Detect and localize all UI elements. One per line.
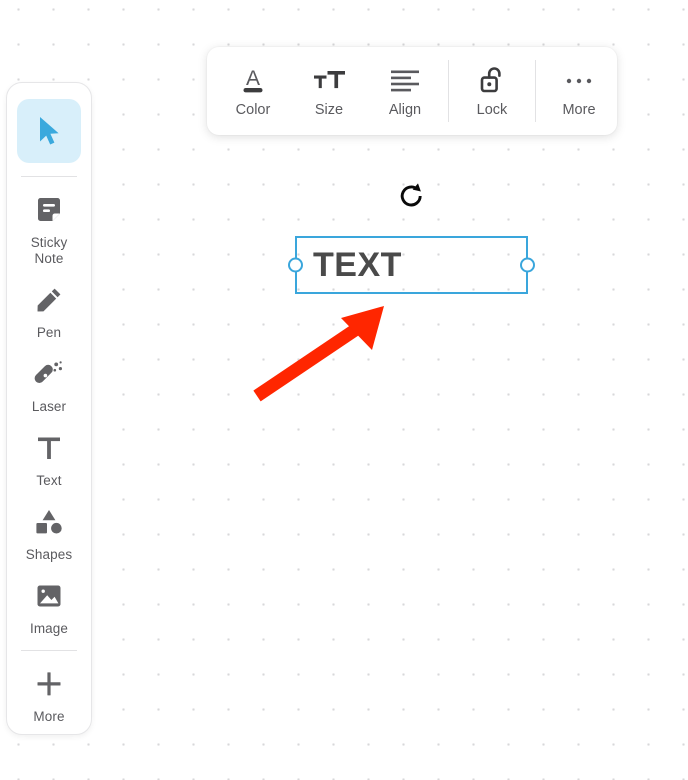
toolbar-button-label: Align bbox=[388, 101, 422, 118]
selected-text-object[interactable]: TEXT bbox=[288, 236, 535, 294]
sidebar-item-label: More bbox=[33, 709, 65, 724]
resize-handle-left[interactable] bbox=[288, 257, 303, 273]
ellipsis-icon bbox=[564, 64, 594, 98]
toolbar-button-more[interactable]: More bbox=[541, 57, 617, 125]
toolbar-button-label: Size bbox=[314, 101, 344, 118]
sidebar-item-label: Shapes bbox=[25, 547, 73, 562]
tool-sidebar: Sticky Note Pen Laser Text Shapes Image … bbox=[6, 82, 92, 735]
sidebar-item-label: Pen bbox=[36, 325, 62, 340]
toolbar-divider-2 bbox=[535, 60, 536, 122]
toolbar-button-label: Color bbox=[235, 101, 271, 118]
toolbar-button-label: Lock bbox=[476, 101, 508, 118]
plus-icon bbox=[17, 661, 81, 707]
sidebar-item-text[interactable]: Text bbox=[15, 419, 83, 493]
sidebar-item-label: Laser bbox=[31, 399, 67, 414]
text-object-content: TEXT bbox=[313, 246, 402, 284]
sidebar-item-image[interactable]: Image bbox=[15, 567, 83, 641]
svg-text:A: A bbox=[246, 67, 260, 90]
letter-a-underline-icon: A bbox=[236, 64, 270, 98]
image-icon bbox=[17, 573, 81, 619]
sidebar-item-label: Text bbox=[36, 473, 62, 488]
shapes-icon bbox=[17, 499, 81, 545]
toolbar-divider-1 bbox=[448, 60, 449, 122]
sticky-note-icon bbox=[17, 187, 81, 233]
font-size-icon bbox=[311, 64, 347, 98]
rotate-icon[interactable] bbox=[396, 180, 428, 212]
cursor-arrow-icon bbox=[17, 99, 81, 163]
sidebar-item-label: Sticky Note bbox=[30, 235, 68, 266]
sidebar-item-pen[interactable]: Pen bbox=[15, 271, 83, 345]
sidebar-divider-top bbox=[21, 176, 77, 177]
context-toolbar: A Color Size Align Lock More bbox=[207, 47, 617, 135]
toolbar-button-label: More bbox=[562, 101, 596, 118]
align-left-icon bbox=[389, 64, 421, 98]
sidebar-item-sticky-note[interactable]: Sticky Note bbox=[15, 181, 83, 271]
sidebar-item-more[interactable]: More bbox=[15, 655, 83, 729]
toolbar-button-align[interactable]: Align bbox=[367, 57, 443, 125]
sidebar-item-label: Image bbox=[29, 621, 69, 636]
unlocked-padlock-icon bbox=[478, 64, 506, 98]
resize-handle-right[interactable] bbox=[520, 257, 535, 273]
pen-icon bbox=[17, 277, 81, 323]
laser-icon bbox=[17, 351, 81, 397]
sidebar-item-laser[interactable]: Laser bbox=[15, 345, 83, 419]
sidebar-divider-bottom bbox=[21, 650, 77, 651]
toolbar-button-color[interactable]: A Color bbox=[215, 57, 291, 125]
sidebar-item-shapes[interactable]: Shapes bbox=[15, 493, 83, 567]
toolbar-button-size[interactable]: Size bbox=[291, 57, 367, 125]
text-icon bbox=[17, 425, 81, 471]
sidebar-item-select[interactable] bbox=[15, 93, 83, 167]
toolbar-button-lock[interactable]: Lock bbox=[454, 57, 530, 125]
